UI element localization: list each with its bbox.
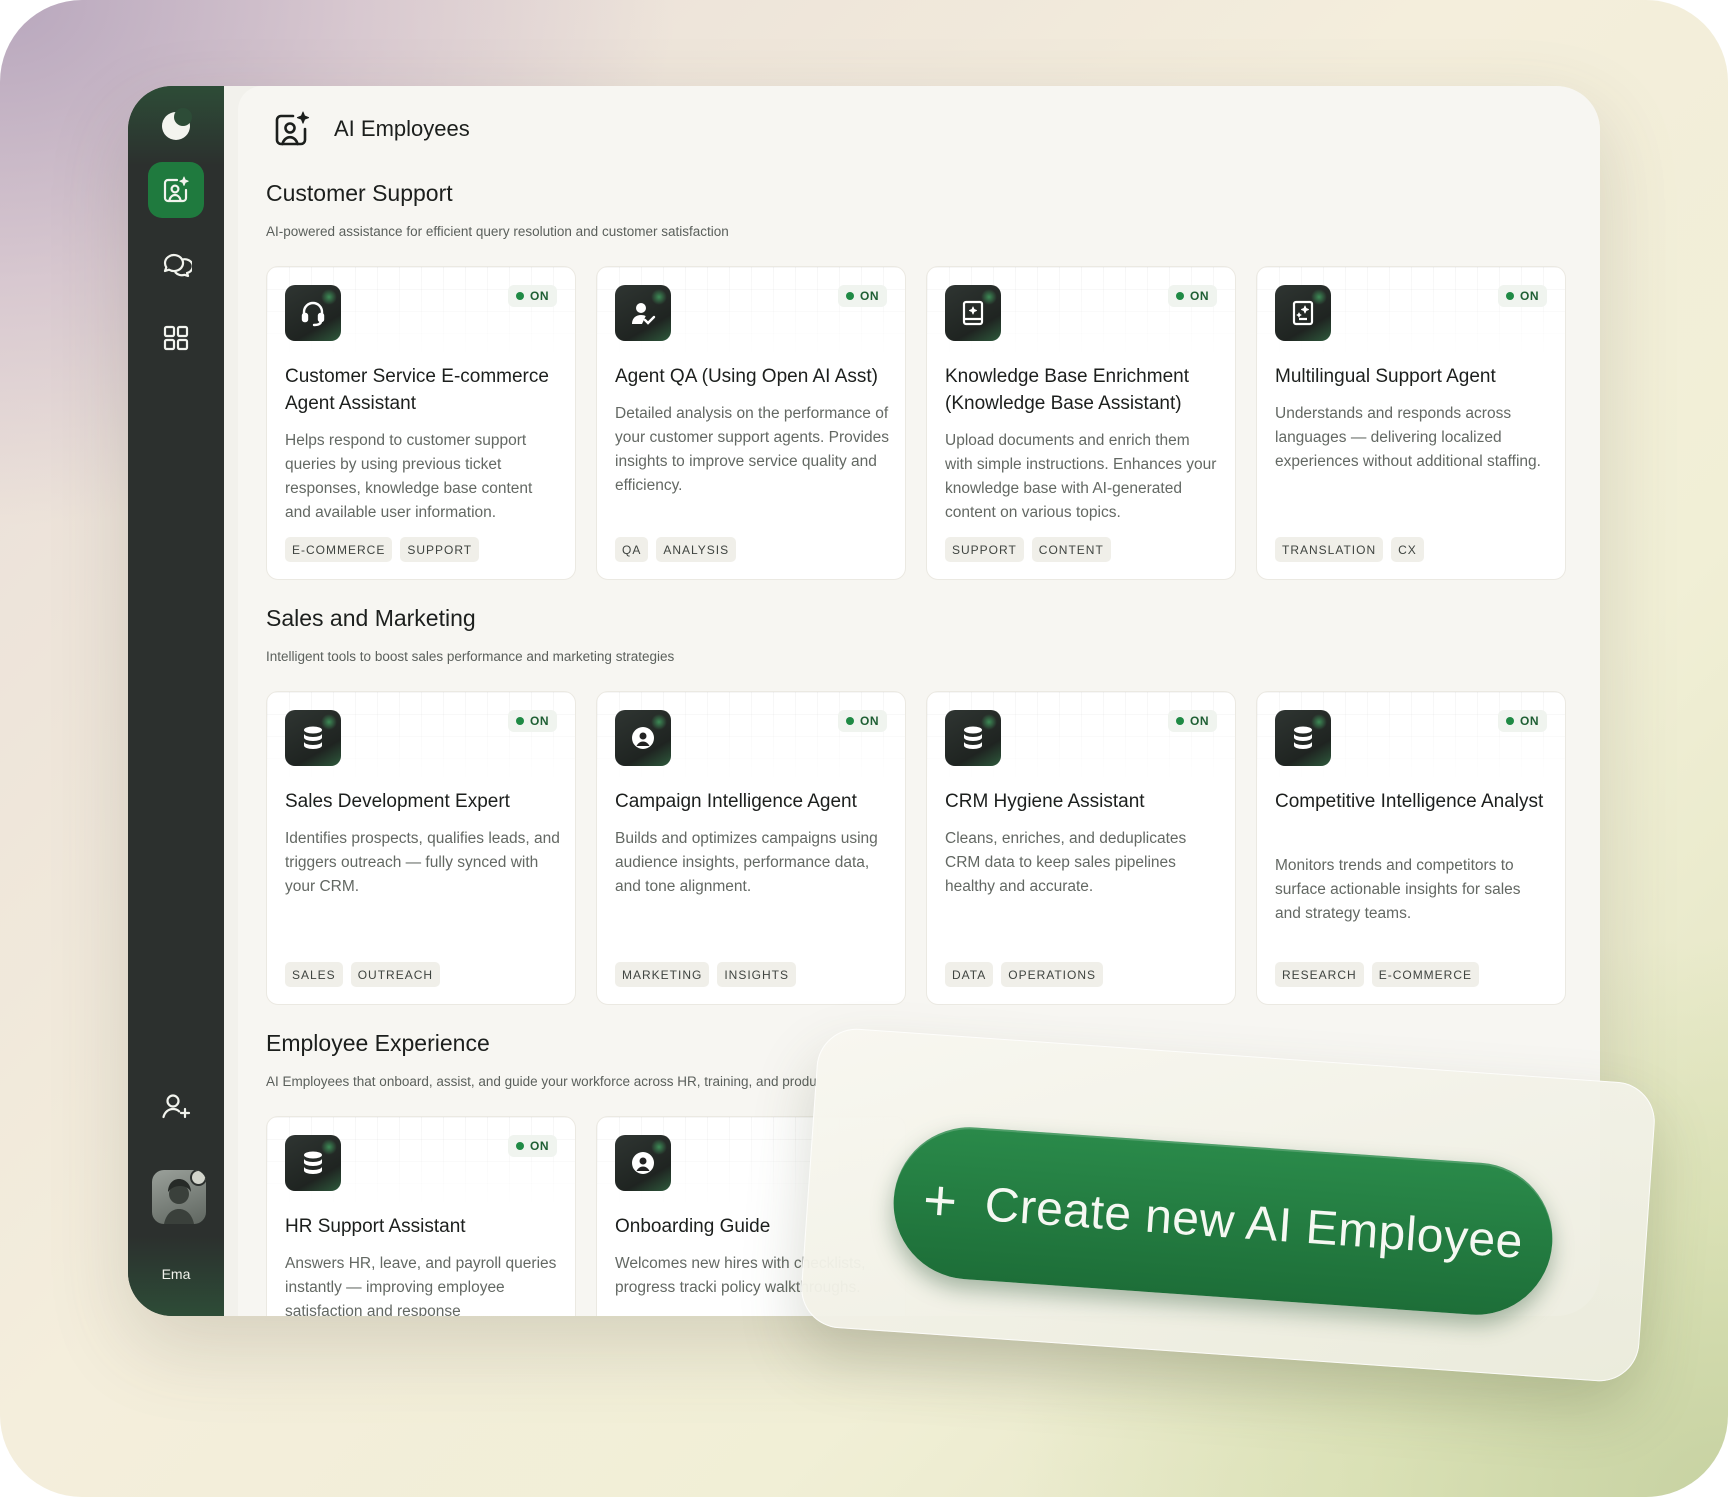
tag: QA <box>615 537 649 562</box>
section-title: Customer Support <box>266 180 453 206</box>
card-title: Sales Development Expert <box>285 791 510 812</box>
status-badge: ON <box>1498 285 1547 307</box>
card-title: CRM Hygiene Assistant <box>945 791 1145 812</box>
user-name: Ema <box>161 1266 191 1282</box>
grid-icon <box>163 325 189 351</box>
status-badge: ON <box>508 710 557 732</box>
section-subtitle: AI Employees that onboard, assist, and g… <box>266 1074 817 1089</box>
ai-employees-icon <box>275 111 310 146</box>
tag: OUTREACH <box>350 962 441 987</box>
card-description: Builds and optimizes campaigns using aud… <box>615 830 878 895</box>
page-title: AI Employees <box>334 116 470 141</box>
tag: E-COMMERCE <box>1371 962 1480 987</box>
section-subtitle: AI-powered assistance for efficient quer… <box>266 224 729 239</box>
tag: DATA <box>945 962 994 987</box>
status-badge: ON <box>1168 285 1217 307</box>
card-description: Understands and responds across language… <box>1275 405 1541 470</box>
agent-card[interactable]: ON CRM Hygiene Assistant Cleans, enriche… <box>926 691 1236 1005</box>
database-icon <box>285 710 341 766</box>
headset-icon <box>285 285 341 341</box>
avatar[interactable] <box>152 1170 206 1224</box>
face-sparkle-icon <box>615 1135 671 1191</box>
card-title: Campaign Intelligence Agent <box>615 791 857 812</box>
user-check-icon <box>615 285 671 341</box>
tag: RESEARCH <box>1275 962 1364 987</box>
chat-bubbles-icon <box>163 253 192 278</box>
card-description: Identifies prospects, qualifies leads, a… <box>285 830 560 895</box>
agent-card[interactable]: ON Customer Service E-commerce Agent Ass… <box>266 266 576 580</box>
tag: OPERATIONS <box>1001 962 1104 987</box>
tag: INSIGHTS <box>717 962 797 987</box>
card-title: HR Support Assistant <box>285 1216 466 1237</box>
card-description: Cleans, enriches, and deduplicates CRM d… <box>945 830 1187 895</box>
nav-add-user[interactable] <box>148 1078 204 1134</box>
card-description: Monitors trends and competitors to surfa… <box>1275 857 1521 922</box>
document-sparkle-icon <box>1275 285 1331 341</box>
tag: MARKETING <box>615 962 710 987</box>
card-title: Knowledge Base Enrichment (Knowledge Bas… <box>945 366 1189 414</box>
agent-card[interactable]: ON Knowledge Base Enrichment (Knowledge … <box>926 266 1236 580</box>
tag: SUPPORT <box>945 537 1024 562</box>
create-button-label: Create new AI Employee <box>983 1177 1525 1269</box>
agent-card[interactable]: ON Campaign Intelligence Agent Builds an… <box>596 691 906 1005</box>
nav-chats[interactable] <box>148 236 204 292</box>
database-icon <box>1275 710 1331 766</box>
tag: SUPPORT <box>400 537 480 562</box>
agent-card[interactable]: ON Competitive Intelligence Analyst Moni… <box>1256 691 1566 1005</box>
user-sparkle-icon <box>163 176 189 203</box>
database-icon <box>285 1135 341 1191</box>
face-sparkle-icon <box>615 710 671 766</box>
status-badge: ON <box>508 285 557 307</box>
section-title: Sales and Marketing <box>266 605 476 631</box>
card-title: Agent QA (Using Open AI Asst) <box>615 366 878 387</box>
card-description: Answers HR, leave, and payroll queries i… <box>285 1255 557 1316</box>
agent-card[interactable]: ON Sales Development Expert Identifies p… <box>266 691 576 1005</box>
logo-icon[interactable] <box>162 108 192 140</box>
tag: TRANSLATION <box>1275 537 1384 562</box>
card-description: Upload documents and enrich them with si… <box>945 432 1217 521</box>
database-icon <box>945 710 1001 766</box>
card-description: Helps respond to customer support querie… <box>285 432 533 521</box>
user-plus-icon <box>162 1094 191 1119</box>
section-title: Employee Experience <box>266 1030 490 1056</box>
status-badge: ON <box>838 285 887 307</box>
status-badge: ON <box>838 710 887 732</box>
nav-ai-employees[interactable] <box>148 162 204 218</box>
book-sparkle-icon <box>945 285 1001 341</box>
tag: E-COMMERCE <box>285 537 393 562</box>
tag: CX <box>1391 537 1424 562</box>
status-indicator <box>190 1170 206 1186</box>
sidebar: Ema <box>128 86 224 1316</box>
tag: ANALYSIS <box>656 537 737 562</box>
status-badge: ON <box>508 1135 557 1157</box>
status-badge: ON <box>1168 710 1217 732</box>
card-title: Customer Service E-commerce Agent Assist… <box>285 366 549 414</box>
card-title: Multilingual Support Agent <box>1275 366 1496 387</box>
section-subtitle: Intelligent tools to boost sales perform… <box>266 649 675 664</box>
card-title: Competitive Intelligence Analyst <box>1275 791 1544 812</box>
nav-apps[interactable] <box>148 310 204 366</box>
tag: SALES <box>285 962 343 987</box>
card-description: Detailed analysis on the performance of … <box>615 405 889 494</box>
agent-card[interactable]: ON HR Support Assistant Answers HR, leav… <box>266 1116 576 1316</box>
agent-card[interactable]: ON Agent QA (Using Open AI Asst) Detaile… <box>596 266 906 580</box>
plus-icon: + <box>920 1167 960 1235</box>
agent-card[interactable]: ON Multilingual Support Agent Understand… <box>1256 266 1566 580</box>
tag: CONTENT <box>1031 537 1111 562</box>
status-badge: ON <box>1498 710 1547 732</box>
